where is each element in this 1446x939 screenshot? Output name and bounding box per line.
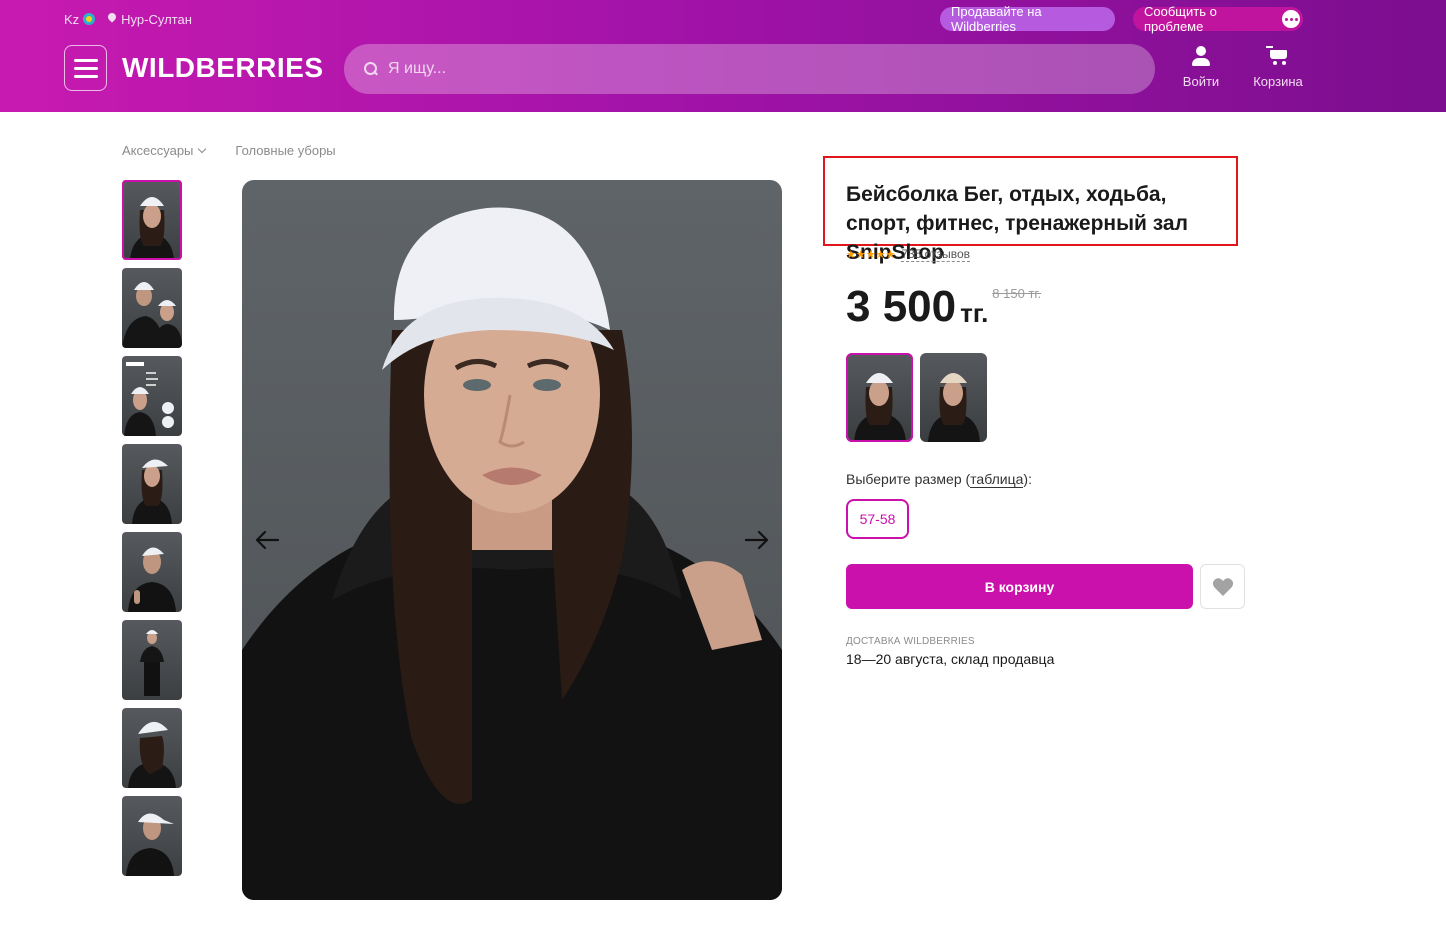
arrow-left-icon[interactable]	[254, 527, 280, 553]
location-pin-icon	[107, 13, 117, 26]
old-price: 8 150 тг.	[992, 286, 1042, 301]
thumbnail[interactable]	[122, 620, 182, 700]
model-wearing-cap-image	[242, 207, 782, 900]
thumbnail[interactable]	[122, 532, 182, 612]
profile-view-thumb	[126, 813, 174, 876]
size-prompt-text: Выберите размер (	[846, 471, 971, 487]
model-photo-thumb	[130, 197, 174, 260]
hamburger-icon	[73, 58, 98, 62]
thumbnail[interactable]	[122, 180, 182, 260]
city-label: Нур-Султан	[121, 11, 192, 27]
country-label: Kz	[64, 11, 80, 27]
search-bar[interactable]	[344, 44, 1155, 94]
sell-on-wildberries-button[interactable]: Продавайте на Wildberries	[940, 4, 1115, 34]
size-prompt-end: ):	[1023, 471, 1032, 487]
report-label: Сообщить о проблеме	[1144, 4, 1217, 34]
size-prompt: Выберите размер (таблица):	[846, 471, 1032, 488]
main-product-photo[interactable]	[242, 180, 782, 900]
back-view-thumb	[128, 721, 176, 788]
delivery-caption: Доставка Wildberries	[846, 636, 975, 647]
thumbnail[interactable]	[122, 708, 182, 788]
chevron-down-icon	[198, 144, 207, 154]
city-selector[interactable]: Нур-Султан	[107, 12, 192, 27]
cart-button[interactable]: Корзина	[1252, 46, 1304, 89]
price-currency: тг.	[960, 298, 989, 328]
thumbnail-list	[122, 180, 182, 876]
price-block: 3 500 тг. 8 150 тг.	[846, 282, 1041, 332]
model-photo-thumb	[132, 459, 172, 524]
user-icon	[1192, 46, 1210, 66]
breadcrumb-item-accessories[interactable]: Аксессуары	[122, 143, 207, 158]
hamburger-line	[73, 74, 98, 78]
thumbnail[interactable]	[122, 356, 182, 436]
report-problem-button[interactable]: Сообщить о проблеме	[1133, 4, 1303, 34]
country-selector[interactable]: Kz	[64, 11, 96, 27]
cart-icon	[1266, 46, 1290, 66]
product-rating: ★★★★★ 735 отзывов	[846, 247, 970, 262]
infographic-thumb	[124, 362, 174, 436]
hamburger-line	[73, 66, 98, 70]
size-option[interactable]: 57-58	[846, 499, 909, 539]
chat-bubble-icon	[1282, 10, 1300, 28]
heart-icon	[1212, 577, 1233, 596]
favorite-button[interactable]	[1200, 564, 1245, 609]
thumbnail[interactable]	[122, 796, 182, 876]
cart-label: Корзина	[1253, 74, 1303, 89]
sell-label: Продавайте на Wildberries	[951, 4, 1042, 34]
current-price: 3 500	[846, 282, 957, 331]
login-label: Войти	[1182, 74, 1220, 89]
beige-cap-variant-image	[928, 373, 980, 442]
thumbnail[interactable]	[122, 444, 182, 524]
stars-icon: ★★★★★	[846, 249, 896, 261]
site-header: Kz Нур-Султан Продавайте на Wildberries …	[0, 0, 1446, 112]
full-body-thumb	[140, 630, 164, 696]
site-logo[interactable]: WILDBERRIES	[122, 52, 324, 84]
color-variant-white[interactable]	[846, 353, 913, 442]
color-variants	[846, 353, 987, 442]
breadcrumb-label: Аксессуары	[122, 143, 194, 158]
delivery-info: 18—20 августа, склад продавца	[846, 651, 1055, 667]
breadcrumb-label: Головные уборы	[235, 143, 336, 158]
breadcrumb-item-headwear[interactable]: Головные уборы	[235, 143, 335, 158]
male-model-thumb	[128, 547, 176, 612]
size-table-link[interactable]: таблица	[970, 471, 1024, 488]
reviews-link[interactable]: 735 отзывов	[901, 247, 970, 262]
color-variant-beige[interactable]	[920, 353, 987, 442]
thumbnail[interactable]	[122, 268, 182, 348]
add-to-cart-button[interactable]: В корзину	[846, 564, 1193, 609]
kazakhstan-flag-icon	[83, 13, 96, 25]
add-to-cart-label: В корзину	[984, 578, 1055, 595]
search-icon	[364, 62, 378, 76]
breadcrumb: Аксессуары Головные уборы	[122, 143, 336, 158]
white-cap-variant-image	[854, 373, 906, 442]
topbar: Kz Нур-Султан	[64, 10, 192, 28]
login-button[interactable]: Войти	[1180, 46, 1222, 89]
arrow-right-icon[interactable]	[744, 527, 770, 553]
search-input[interactable]	[388, 60, 1128, 78]
menu-button[interactable]	[64, 45, 107, 91]
couple-photo-thumb	[122, 282, 182, 348]
